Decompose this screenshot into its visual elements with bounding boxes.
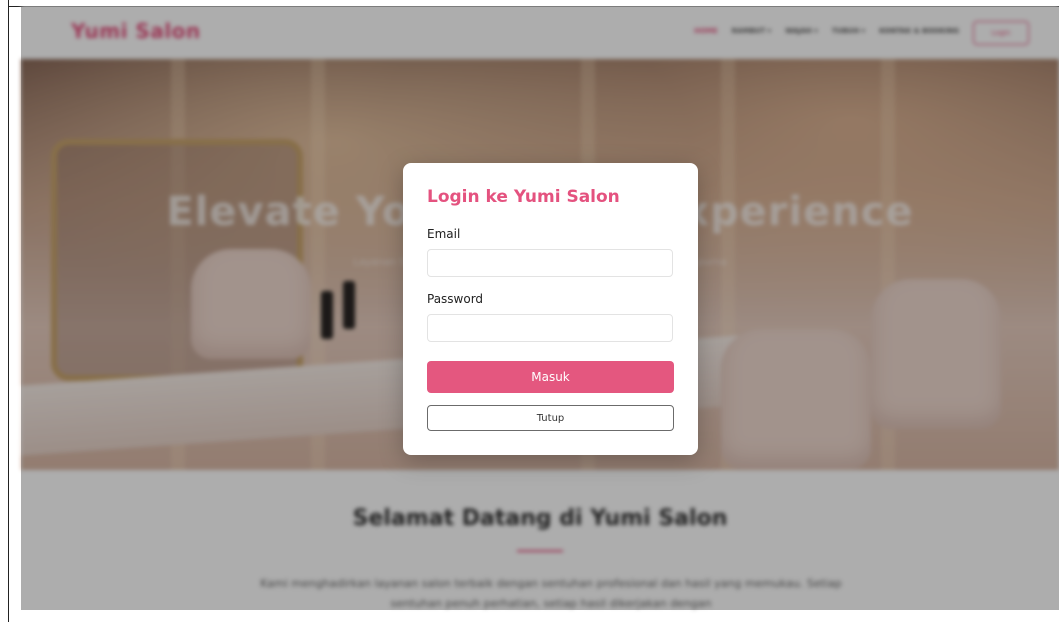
tutup-button[interactable]: Tutup [427,405,674,431]
login-modal: Login ke Yumi Salon Email Password Masuk… [403,163,698,455]
password-input[interactable] [427,314,673,342]
masuk-button[interactable]: Masuk [427,361,674,393]
email-input[interactable] [427,249,673,277]
window-frame-left [8,0,9,622]
email-label: Email [427,227,461,241]
modal-title: Login ke Yumi Salon [427,187,620,207]
password-label: Password [427,292,484,306]
